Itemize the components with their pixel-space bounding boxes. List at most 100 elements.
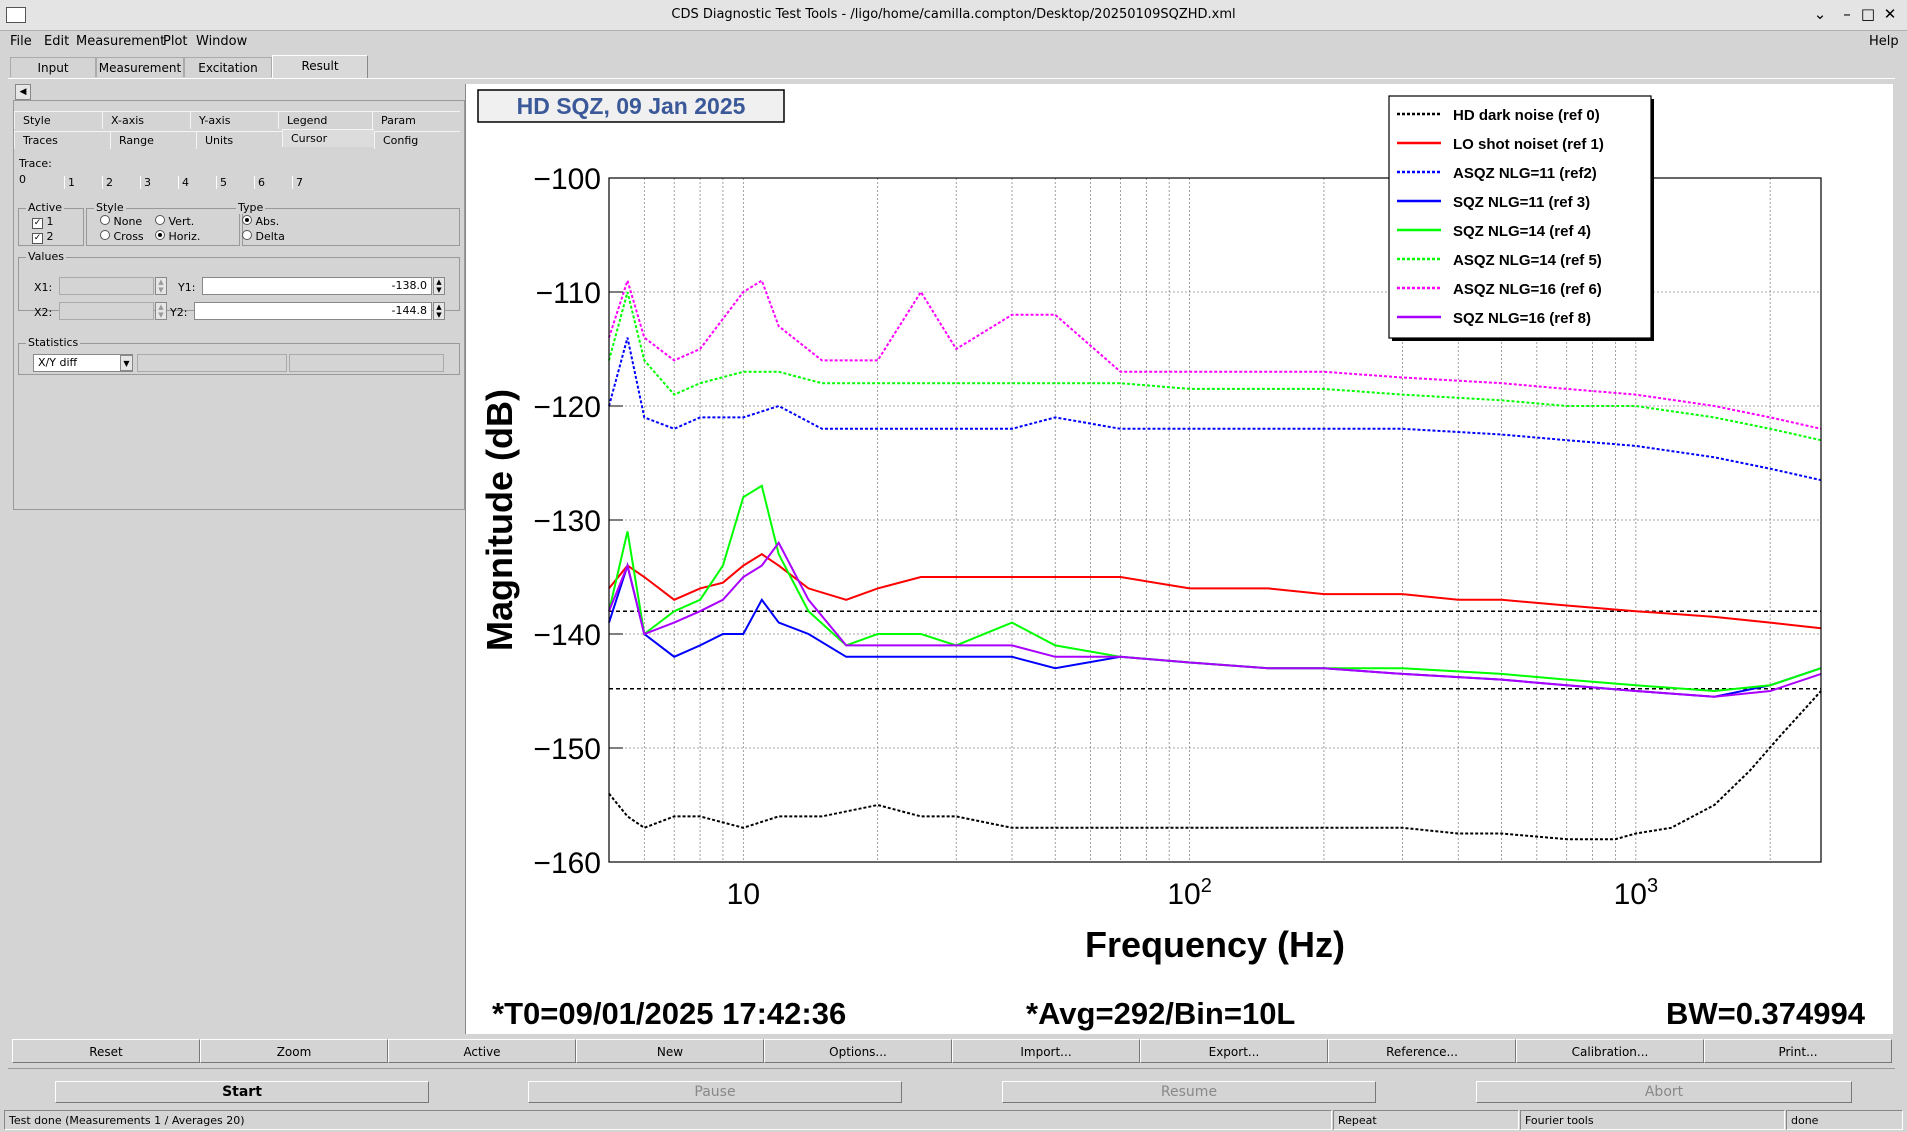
style-cross-radio[interactable]: Cross [100,230,144,243]
y2-spinner[interactable]: ▲ ▼ [433,302,445,320]
style-group-title: Style [94,201,126,214]
calibration-button[interactable]: Calibration... [1516,1039,1704,1063]
abort-button[interactable]: Abort [1476,1081,1852,1103]
legend-entry: SQZ NLG=16 (ref 8) [1453,310,1591,327]
subtab-style[interactable]: Style [14,111,102,129]
menu-help[interactable]: Help [1869,34,1899,49]
y-tick-label: −130 [533,505,601,538]
values-group-title: Values [26,250,66,263]
import-button[interactable]: Import... [952,1039,1140,1063]
info-avg: *Avg=292/Bin=10L [1026,996,1295,1031]
menu-plot[interactable]: Plot [163,34,188,49]
statistics-value-1 [137,354,287,372]
x-tick-label: 103 [1614,875,1659,911]
series-line [608,561,1822,698]
trace-tab-2[interactable]: 2 [102,176,140,189]
statistics-select[interactable]: X/Y diff [33,354,133,372]
tab-result[interactable]: Result [272,55,368,79]
start-button[interactable]: Start [55,1081,429,1103]
y2-label: Y2: [170,306,188,319]
trace-tab-5[interactable]: 5 [216,176,254,189]
reset-button[interactable]: Reset [12,1039,200,1063]
x1-label: X1: [34,281,53,294]
options-panel: Style X-axis Y-axis Legend Param Traces … [13,100,465,510]
legend: HD dark noise (ref 0) LO shot noiset (ref… [1388,95,1654,341]
series-line [608,540,1822,698]
collapse-panel-button[interactable]: ◀ [15,84,31,100]
status-tool: Fourier tools [1520,1110,1785,1130]
y-tick-label: −160 [533,847,601,880]
new-button[interactable]: New [576,1039,764,1063]
subtab-param[interactable]: Param [372,111,460,129]
statistics-value-2 [289,354,444,372]
trace-tab-1[interactable]: 1 [64,176,102,189]
x-axis-label: Frequency (Hz) [1085,924,1345,965]
resume-button[interactable]: Resume [1002,1081,1376,1103]
subtab-legend[interactable]: Legend [278,111,372,129]
subtab-traces[interactable]: Traces [14,131,110,149]
y1-label: Y1: [178,281,196,294]
menu-window[interactable]: Window [196,34,247,49]
info-bw: BW=0.374994 [1666,996,1866,1031]
plot-title: HD SQZ, 09 Jan 2025 [517,93,746,119]
statistics-group-title: Statistics [26,336,81,349]
legend-entry: ASQZ NLG=11 (ref2) [1453,165,1597,182]
series-line [608,337,1822,482]
y2-field[interactable]: -144.8 [194,302,432,320]
pause-button[interactable]: Pause [528,1081,902,1103]
chevron-down-icon[interactable]: ▼ [120,355,133,371]
status-repeat: Repeat [1333,1110,1519,1130]
reference-button[interactable]: Reference... [1328,1039,1516,1063]
tab-excitation[interactable]: Excitation [184,57,272,77]
trace-tab-3[interactable]: 3 [140,176,178,189]
menu-edit[interactable]: Edit [44,34,69,49]
type-delta-radio[interactable]: Delta [242,230,285,243]
style-none-radio[interactable]: None [100,215,142,228]
export-button[interactable]: Export... [1140,1039,1328,1063]
status-bar: Test done (Measurements 1 / Averages 20)… [0,1108,1907,1132]
tab-measurement[interactable]: Measurement [96,57,184,77]
trace-tab-4[interactable]: 4 [178,176,216,189]
zoom-button[interactable]: Zoom [200,1039,388,1063]
x-tick-labels: 10 102 103 [727,875,1658,911]
legend-entry: SQZ NLG=11 (ref 3) [1453,194,1590,211]
y1-field[interactable]: -138.0 [202,277,432,295]
style-horiz-radio[interactable]: Horiz. [155,230,200,243]
y1-spinner[interactable]: ▲ ▼ [433,277,445,295]
trace-tab-7[interactable]: 7 [292,176,330,189]
active-checkbox-1[interactable]: ✓ 1 [32,215,54,229]
print-button[interactable]: Print... [1704,1039,1892,1063]
close-icon[interactable]: ✕ [1880,5,1900,23]
options-button[interactable]: Options... [764,1039,952,1063]
active-checkbox-2[interactable]: ✓ 2 [32,230,54,244]
plot-svg[interactable]: HD SQZ, 09 Jan 2025 −100 −110 −120 −130 −140… [466,84,1893,1034]
style-vert-radio[interactable]: Vert. [155,215,194,228]
x2-spinner: ▲ ▼ [155,302,167,320]
minimize-window-button[interactable]: – [1837,5,1857,23]
trace-tab-6[interactable]: 6 [254,176,292,189]
active-button[interactable]: Active [388,1039,576,1063]
subtab-x-axis[interactable]: X-axis [102,111,190,129]
trace-tab-0[interactable]: 0 [19,173,53,189]
tab-input[interactable]: Input [10,57,96,77]
menu-file[interactable]: File [10,34,32,49]
subtab-range[interactable]: Range [110,131,196,149]
plot-panel[interactable]: HD SQZ, 09 Jan 2025 −100 −110 −120 −130 −140… [465,84,1893,1034]
y-tick-label: −140 [533,619,601,652]
subtab-cursor[interactable]: Cursor [282,129,374,147]
y-axis-label: Magnitude (dB) [479,389,520,651]
y-tick-label: −110 [536,277,601,310]
subtab-y-axis[interactable]: Y-axis [190,111,278,129]
y-tick-label: −150 [533,733,601,766]
x1-spinner: ▲ ▼ [155,277,167,295]
x1-field [59,277,154,295]
subtab-units[interactable]: Units [196,131,282,149]
maximize-button[interactable]: □ [1858,5,1878,23]
type-abs-radio[interactable]: Abs. [242,215,279,228]
x-tick-label: 10 [727,878,760,911]
legend-box [1388,95,1652,339]
subtab-config[interactable]: Config [374,131,460,149]
menu-measurement[interactable]: Measurement [76,34,165,49]
minimize-icon[interactable]: ⌄ [1810,5,1830,23]
status-state: done [1786,1110,1903,1130]
